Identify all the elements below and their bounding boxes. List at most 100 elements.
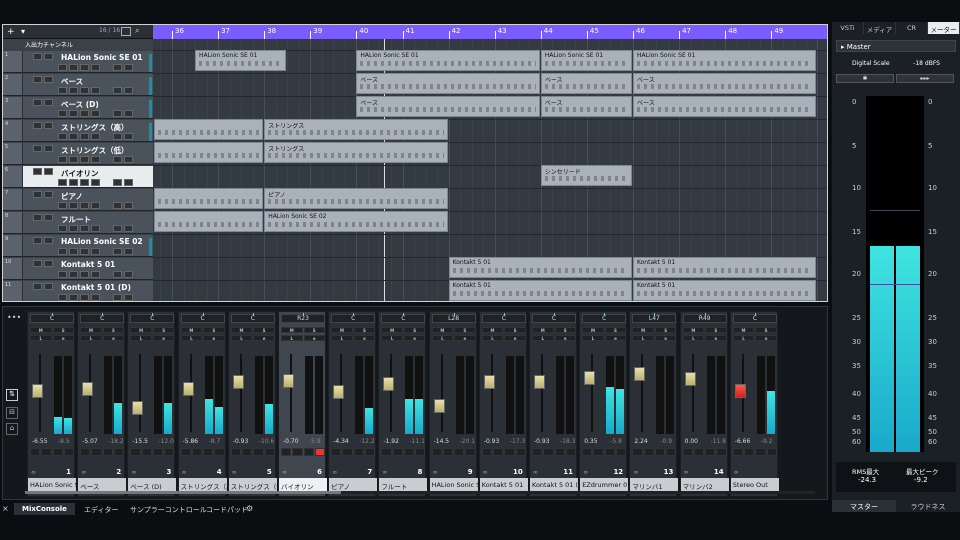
freeze-button[interactable] xyxy=(124,248,133,255)
mute-button[interactable]: M xyxy=(431,327,454,333)
gear-icon[interactable]: ⚙ xyxy=(246,504,253,513)
channel-strip[interactable]: CMSLe -6.55 -8.5 ∞ 1 HALion Sonic SE xyxy=(27,311,76,497)
record-button[interactable] xyxy=(58,271,67,278)
track-row[interactable]: 8 フルート xyxy=(3,212,153,234)
solo-button[interactable]: S xyxy=(554,327,576,333)
read-button[interactable] xyxy=(113,156,122,163)
edit-button[interactable]: e xyxy=(654,335,677,341)
pan-control[interactable]: C xyxy=(381,313,426,323)
mute-button[interactable]: M xyxy=(30,327,52,333)
tab-media[interactable]: メディア xyxy=(864,22,896,34)
link-icon[interactable]: ∞ xyxy=(483,469,488,476)
edit-button[interactable]: e xyxy=(353,335,376,341)
track-name[interactable]: ストリングス（高） xyxy=(61,122,129,133)
pan-control[interactable]: C xyxy=(331,313,376,323)
channel-strip[interactable]: L28 M S Le -14.5 -20.1 ∞ 9 HALion Sonic SI xyxy=(428,311,478,497)
write-button[interactable] xyxy=(543,448,554,456)
channel-strip[interactable]: R49 M S Le 0.00 -11.8 ∞ 14 マリンバ2 xyxy=(679,311,729,497)
link-icon[interactable]: ∞ xyxy=(332,469,337,476)
write-button[interactable] xyxy=(493,448,504,456)
listen-button[interactable]: L xyxy=(532,335,554,341)
volume-fader[interactable] xyxy=(182,382,194,397)
track-row[interactable]: 1 HALion Sonic SE 01 xyxy=(3,51,153,73)
peak-value[interactable]: -18.2 xyxy=(108,438,124,445)
mute-button[interactable]: M xyxy=(130,327,152,333)
channel-name[interactable]: HALion Sonic SI xyxy=(429,478,478,492)
record-button[interactable] xyxy=(666,448,677,456)
write-button[interactable] xyxy=(292,448,303,456)
solo-button[interactable]: S xyxy=(353,327,376,333)
mute-button[interactable]: M xyxy=(532,327,554,333)
peak-value[interactable]: -8.5 xyxy=(58,438,70,445)
channel-strip[interactable]: CMSLe -0.93 -10.6 ∞ 5 ストリングス（低） xyxy=(227,311,277,497)
freeze-button[interactable] xyxy=(124,202,133,209)
read-button[interactable] xyxy=(532,448,543,456)
listen-button[interactable]: L xyxy=(180,335,203,341)
solo-button[interactable] xyxy=(44,168,53,175)
track-name[interactable]: Kontakt 5 01 xyxy=(61,260,115,269)
write-button[interactable] xyxy=(91,271,100,278)
midi-part[interactable]: ベース xyxy=(540,96,632,117)
volume-value[interactable]: 2.24 xyxy=(634,438,647,445)
mute-button[interactable]: M xyxy=(381,327,403,333)
volume-value[interactable]: 0.00 xyxy=(685,438,698,445)
midi-part[interactable]: ベース xyxy=(356,73,540,94)
mute-button[interactable] xyxy=(33,145,42,152)
monitor-button[interactable] xyxy=(604,448,615,456)
track-name[interactable]: フルート xyxy=(61,214,91,225)
edit-button[interactable]: e xyxy=(705,335,727,341)
read-button[interactable] xyxy=(481,448,493,456)
solo-button[interactable] xyxy=(44,145,53,152)
read-button[interactable] xyxy=(113,87,122,94)
edit-button[interactable]: e xyxy=(52,335,74,341)
volume-fader[interactable] xyxy=(534,375,545,390)
write-button[interactable] xyxy=(191,448,203,456)
solo-button[interactable] xyxy=(44,260,53,267)
solo-button[interactable] xyxy=(44,99,53,106)
listen-button[interactable]: L xyxy=(632,335,654,341)
track-name[interactable]: ベース xyxy=(61,76,83,87)
midi-part[interactable]: ストリングス xyxy=(264,142,448,163)
listen-button[interactable]: L xyxy=(732,335,755,341)
track-name[interactable]: ストリングス（低） xyxy=(61,145,129,156)
peak-value[interactable]: -8.7 xyxy=(209,438,221,445)
solo-button[interactable]: S xyxy=(504,327,526,333)
read-button[interactable] xyxy=(381,448,392,456)
track-row[interactable]: 11 Kontakt 5 01 (D) xyxy=(3,281,153,301)
read-button[interactable] xyxy=(113,294,122,301)
edit-button[interactable] xyxy=(80,202,89,209)
link-icon[interactable]: ∞ xyxy=(232,469,237,476)
freeze-button[interactable] xyxy=(124,271,133,278)
link-icon[interactable]: ∞ xyxy=(81,469,86,476)
solo-button[interactable]: S xyxy=(454,327,476,333)
solo-button[interactable] xyxy=(44,53,53,60)
channel-name[interactable]: ベース (D) xyxy=(128,478,177,492)
volume-value[interactable]: -6.66 xyxy=(735,438,751,445)
monitor-button[interactable] xyxy=(69,156,78,163)
volume-fader[interactable] xyxy=(433,399,445,414)
channel-name[interactable]: HALion Sonic SE xyxy=(28,478,76,492)
volume-fader[interactable] xyxy=(483,375,495,390)
monitor-button[interactable] xyxy=(403,448,415,456)
solo-button[interactable] xyxy=(44,191,53,198)
record-button[interactable] xyxy=(58,110,67,117)
read-button[interactable] xyxy=(431,448,442,456)
link-icon[interactable]: ∞ xyxy=(382,469,387,476)
record-button[interactable] xyxy=(58,248,67,255)
record-button[interactable] xyxy=(264,448,275,456)
link-icon[interactable]: ∞ xyxy=(684,469,689,476)
midi-part[interactable]: HALion Sonic SE 01 xyxy=(356,50,540,71)
listen-button[interactable]: L xyxy=(381,335,403,341)
volume-fader[interactable] xyxy=(383,377,395,392)
monitor-button[interactable] xyxy=(504,448,515,456)
write-button[interactable] xyxy=(643,448,654,456)
midi-part[interactable]: HALion Sonic SE 02 xyxy=(264,211,448,232)
channel-strip[interactable]: R23 M S Le -0.70 -5.9 ∞ 6 バイオリン xyxy=(278,311,327,497)
solo-button[interactable]: S xyxy=(102,327,125,333)
edit-button[interactable]: e xyxy=(554,335,576,341)
freeze-button[interactable] xyxy=(124,156,133,163)
midi-part[interactable]: Kontakt 5 01 xyxy=(448,257,632,278)
solo-button[interactable]: S xyxy=(755,327,777,333)
channel-name[interactable]: ピアノ xyxy=(329,478,378,492)
pan-control[interactable]: C xyxy=(532,313,576,323)
